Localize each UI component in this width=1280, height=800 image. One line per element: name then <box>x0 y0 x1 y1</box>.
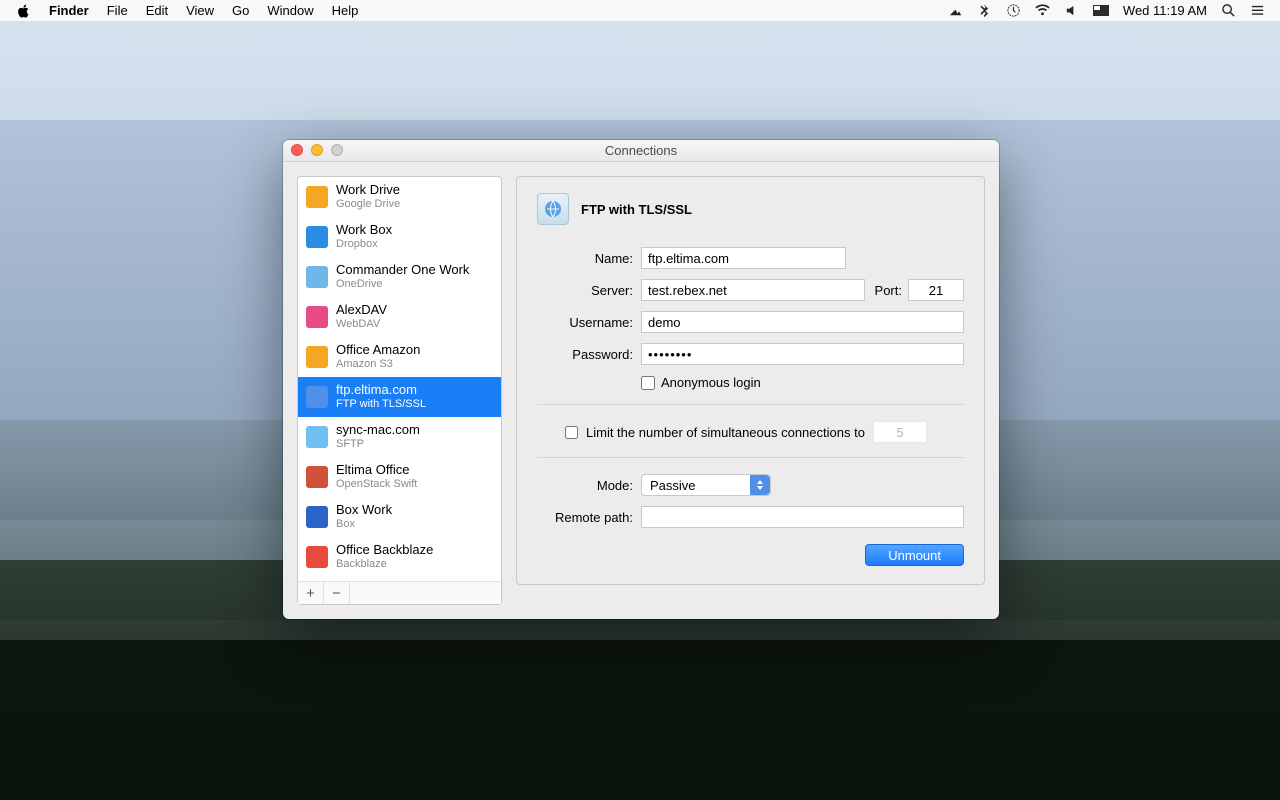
connection-row[interactable]: Work BoxDropbox <box>298 217 501 257</box>
clock[interactable]: Wed 11:19 AM <box>1116 0 1214 22</box>
notification-center-icon[interactable] <box>1243 0 1272 22</box>
window-title: Connections <box>605 143 677 158</box>
close-window-button[interactable] <box>291 144 303 156</box>
connection-name: AlexDAV <box>336 303 387 318</box>
menubar: Finder File Edit View Go Window Help Wed… <box>0 0 1280 22</box>
mode-value: Passive <box>650 478 696 493</box>
connection-icon <box>306 186 328 208</box>
connection-name: Box Work <box>336 503 392 518</box>
input-source-flag[interactable] <box>1086 0 1116 22</box>
bluetooth-icon[interactable] <box>970 0 999 22</box>
connections-window: Connections Work DriveGoogle DriveWork B… <box>283 140 999 619</box>
menu-file[interactable]: File <box>98 0 137 22</box>
connection-type: FTP with TLS/SSL <box>336 398 426 411</box>
menu-view[interactable]: View <box>177 0 223 22</box>
server-label: Server: <box>537 283 633 298</box>
username-label: Username: <box>537 315 633 330</box>
connection-icon <box>306 426 328 448</box>
connection-name: Work Drive <box>336 183 400 198</box>
connection-name: Commander One Work <box>336 263 469 278</box>
app-name-menu[interactable]: Finder <box>40 0 98 22</box>
connection-row[interactable]: sync-mac.comSFTP <box>298 417 501 457</box>
connection-name: Office Backblaze <box>336 543 433 558</box>
connection-type: OneDrive <box>336 278 469 291</box>
limit-connections-field[interactable] <box>873 421 927 443</box>
connection-type: Dropbox <box>336 238 392 251</box>
connection-type-icon <box>537 193 569 225</box>
mode-select[interactable]: Passive <box>641 474 771 496</box>
connection-row[interactable]: AlexDAVWebDAV <box>298 297 501 337</box>
name-field[interactable] <box>641 247 846 269</box>
spotlight-icon[interactable] <box>1214 0 1243 22</box>
apple-menu[interactable] <box>8 0 40 22</box>
connection-type-heading: FTP with TLS/SSL <box>581 202 692 217</box>
connection-icon <box>306 266 328 288</box>
remote-path-label: Remote path: <box>537 510 633 525</box>
mode-label: Mode: <box>537 478 633 493</box>
connection-row[interactable]: Work DriveGoogle Drive <box>298 177 501 217</box>
menu-window[interactable]: Window <box>258 0 322 22</box>
menu-edit[interactable]: Edit <box>137 0 177 22</box>
remote-path-field[interactable] <box>641 506 964 528</box>
username-field[interactable] <box>641 311 964 333</box>
zoom-window-button[interactable] <box>331 144 343 156</box>
password-field[interactable] <box>641 343 964 365</box>
name-label: Name: <box>537 251 633 266</box>
connection-name: sync-mac.com <box>336 423 420 438</box>
add-connection-button[interactable]: + <box>298 582 324 604</box>
anonymous-login-label: Anonymous login <box>661 375 761 390</box>
connection-type: Backblaze <box>336 558 433 571</box>
connection-type: Google Drive <box>336 198 400 211</box>
connection-list: Work DriveGoogle DriveWork BoxDropboxCom… <box>297 176 502 605</box>
connection-icon <box>306 506 328 528</box>
password-label: Password: <box>537 347 633 362</box>
connection-icon <box>306 226 328 248</box>
connection-row[interactable]: ftp.eltima.comFTP with TLS/SSL <box>298 377 501 417</box>
volume-icon[interactable] <box>1057 0 1086 22</box>
titlebar[interactable]: Connections <box>283 140 999 162</box>
connection-icon <box>306 346 328 368</box>
connection-type: SFTP <box>336 438 420 451</box>
connection-row[interactable]: Office BackblazeBackblaze <box>298 537 501 577</box>
connection-name: Eltima Office <box>336 463 417 478</box>
connection-type: Amazon S3 <box>336 358 420 371</box>
connection-type: OpenStack Swift <box>336 478 417 491</box>
menu-go[interactable]: Go <box>223 0 258 22</box>
port-label: Port: <box>875 283 902 298</box>
anonymous-login-checkbox[interactable] <box>641 376 655 390</box>
connection-name: Work Box <box>336 223 392 238</box>
remove-connection-button[interactable]: − <box>324 582 350 604</box>
section-divider <box>537 404 964 405</box>
connection-row[interactable]: Box WorkBox <box>298 497 501 537</box>
limit-connections-label: Limit the number of simultaneous connect… <box>586 425 865 440</box>
unmount-button[interactable]: Unmount <box>865 544 964 566</box>
chevron-updown-icon <box>750 475 770 495</box>
connection-detail-pane: FTP with TLS/SSL Name: Server: Port: Use… <box>516 176 985 585</box>
connection-name: ftp.eltima.com <box>336 383 426 398</box>
connection-icon <box>306 546 328 568</box>
wifi-icon[interactable] <box>1028 0 1057 22</box>
connection-type: WebDAV <box>336 318 387 331</box>
connection-type: Box <box>336 518 392 531</box>
connection-row[interactable]: Eltima OfficeOpenStack Swift <box>298 457 501 497</box>
connection-icon <box>306 306 328 328</box>
minimize-window-button[interactable] <box>311 144 323 156</box>
connection-icon <box>306 466 328 488</box>
connection-icon <box>306 386 328 408</box>
section-divider-2 <box>537 457 964 458</box>
limit-connections-checkbox[interactable] <box>565 426 578 439</box>
connection-name: Office Amazon <box>336 343 420 358</box>
desktop-wallpaper: Finder File Edit View Go Window Help Wed… <box>0 0 1280 800</box>
port-field[interactable] <box>908 279 964 301</box>
timemachine-icon[interactable] <box>999 0 1028 22</box>
connection-row[interactable]: Office AmazonAmazon S3 <box>298 337 501 377</box>
status-app-icon[interactable] <box>941 0 970 22</box>
server-field[interactable] <box>641 279 865 301</box>
menu-help[interactable]: Help <box>323 0 368 22</box>
connection-row[interactable]: Commander One WorkOneDrive <box>298 257 501 297</box>
